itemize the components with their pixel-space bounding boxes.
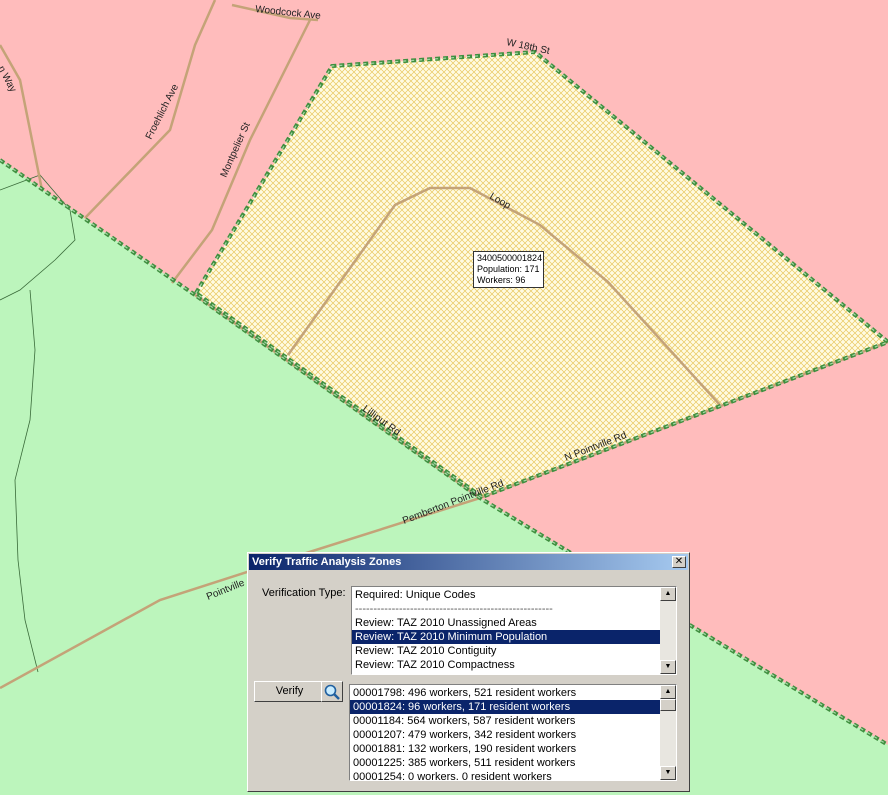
verification-type-label: Verification Type: bbox=[262, 587, 346, 599]
results-scrollbar[interactable]: ▲ ▼ bbox=[660, 685, 676, 780]
result-row[interactable]: 00001225: 385 workers, 511 resident work… bbox=[350, 756, 676, 770]
dialog-title: Verify Traffic Analysis Zones bbox=[252, 556, 402, 568]
verification-type-item[interactable]: Review: TAZ 2010 Contiguity bbox=[352, 644, 676, 658]
scroll-up-button[interactable]: ▲ bbox=[660, 685, 676, 699]
verify-button[interactable]: Verify bbox=[254, 681, 325, 702]
result-row-selected[interactable]: 00001824: 96 workers, 171 resident worke… bbox=[350, 700, 676, 714]
result-row[interactable]: 00001184: 564 workers, 587 resident work… bbox=[350, 714, 676, 728]
verification-type-separator: ----------------------------------------… bbox=[355, 603, 553, 615]
scroll-up-button[interactable]: ▲ bbox=[660, 587, 676, 601]
scroll-thumb[interactable] bbox=[660, 699, 676, 711]
verify-button-label: Verify bbox=[275, 685, 304, 697]
result-row[interactable]: 00001254: 0 workers, 0 resident workers bbox=[350, 770, 676, 780]
verify-taz-dialog: Verify Traffic Analysis Zones ✕ Verifica… bbox=[247, 552, 690, 792]
tooltip-population: Population: 171 bbox=[477, 264, 540, 274]
result-row[interactable]: 00001798: 496 workers, 521 resident work… bbox=[350, 686, 676, 700]
zone-tooltip: 3400500001824 Population: 171 Workers: 9… bbox=[473, 251, 544, 288]
verification-type-list[interactable]: Required: Unique Codes -----------------… bbox=[351, 586, 677, 675]
scroll-down-button[interactable]: ▼ bbox=[660, 766, 676, 780]
verification-type-item[interactable]: Review: TAZ 2010 Compactness bbox=[352, 658, 676, 672]
verification-type-item[interactable]: Review: TAZ 2010 Unassigned Areas bbox=[352, 616, 676, 630]
verification-type-item[interactable]: Required: Unique Codes bbox=[352, 588, 676, 602]
result-row[interactable]: 00001207: 479 workers, 342 resident work… bbox=[350, 728, 676, 742]
scroll-down-button[interactable]: ▼ bbox=[660, 660, 676, 674]
results-list[interactable]: 00001798: 496 workers, 521 resident work… bbox=[349, 684, 677, 781]
magnifier-icon bbox=[324, 684, 340, 700]
verification-type-scrollbar[interactable]: ▲ ▼ bbox=[660, 587, 676, 674]
result-row[interactable]: 00001881: 132 workers, 190 resident work… bbox=[350, 742, 676, 756]
close-icon: ✕ bbox=[674, 556, 684, 567]
dialog-titlebar[interactable]: Verify Traffic Analysis Zones ✕ bbox=[249, 554, 688, 570]
tooltip-workers: Workers: 96 bbox=[477, 275, 526, 285]
tooltip-zone-id: 3400500001824 bbox=[477, 253, 543, 263]
verification-type-item-selected[interactable]: Review: TAZ 2010 Minimum Population bbox=[352, 630, 676, 644]
zoom-to-zone-button[interactable] bbox=[321, 681, 343, 702]
close-button[interactable]: ✕ bbox=[672, 556, 686, 568]
